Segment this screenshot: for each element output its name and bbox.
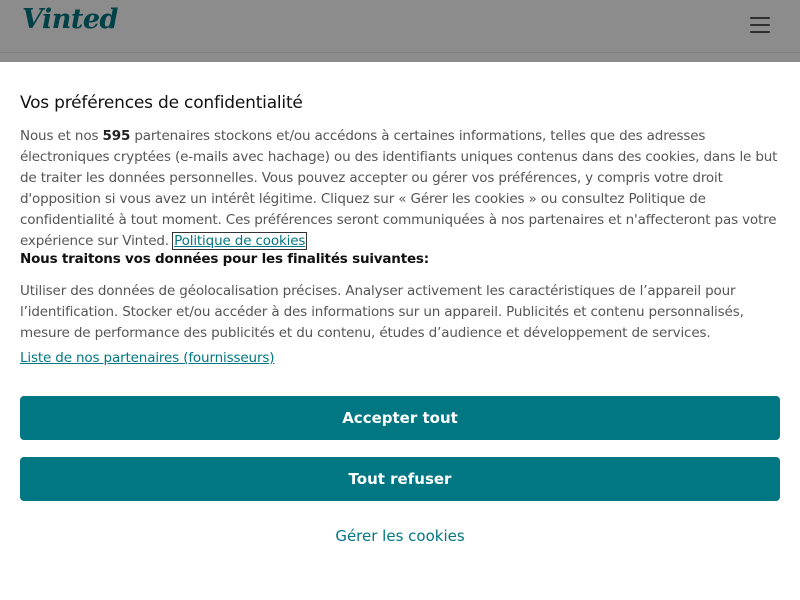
accept-all-button[interactable]: Accepter tout [20, 396, 780, 440]
purposes-text: Utiliser des données de géolocalisation … [20, 283, 744, 341]
cookie-policy-link[interactable]: Politique de cookies [172, 232, 308, 250]
partners-list-link[interactable]: Liste de nos partenaires (fournisseurs) [20, 350, 274, 366]
consent-title: Vos préférences de confidentialité [20, 93, 303, 113]
intro-text-start: Nous et nos [20, 128, 103, 144]
cookie-consent-banner: Vos préférences de confidentialité Nous … [0, 62, 800, 600]
dim-overlay [0, 0, 800, 62]
refuse-all-button[interactable]: Tout refuser [20, 457, 780, 501]
partner-count: 595 [102, 128, 131, 144]
intro-text-end: partenaires stockons et/ou accédons à ce… [20, 128, 778, 249]
purposes-heading: Nous traitons vos données pour les final… [20, 251, 429, 267]
consent-intro: Nous et nos 595 partenaires stockons et/… [20, 126, 782, 252]
manage-cookies-button[interactable]: Gérer les cookies [20, 526, 780, 546]
